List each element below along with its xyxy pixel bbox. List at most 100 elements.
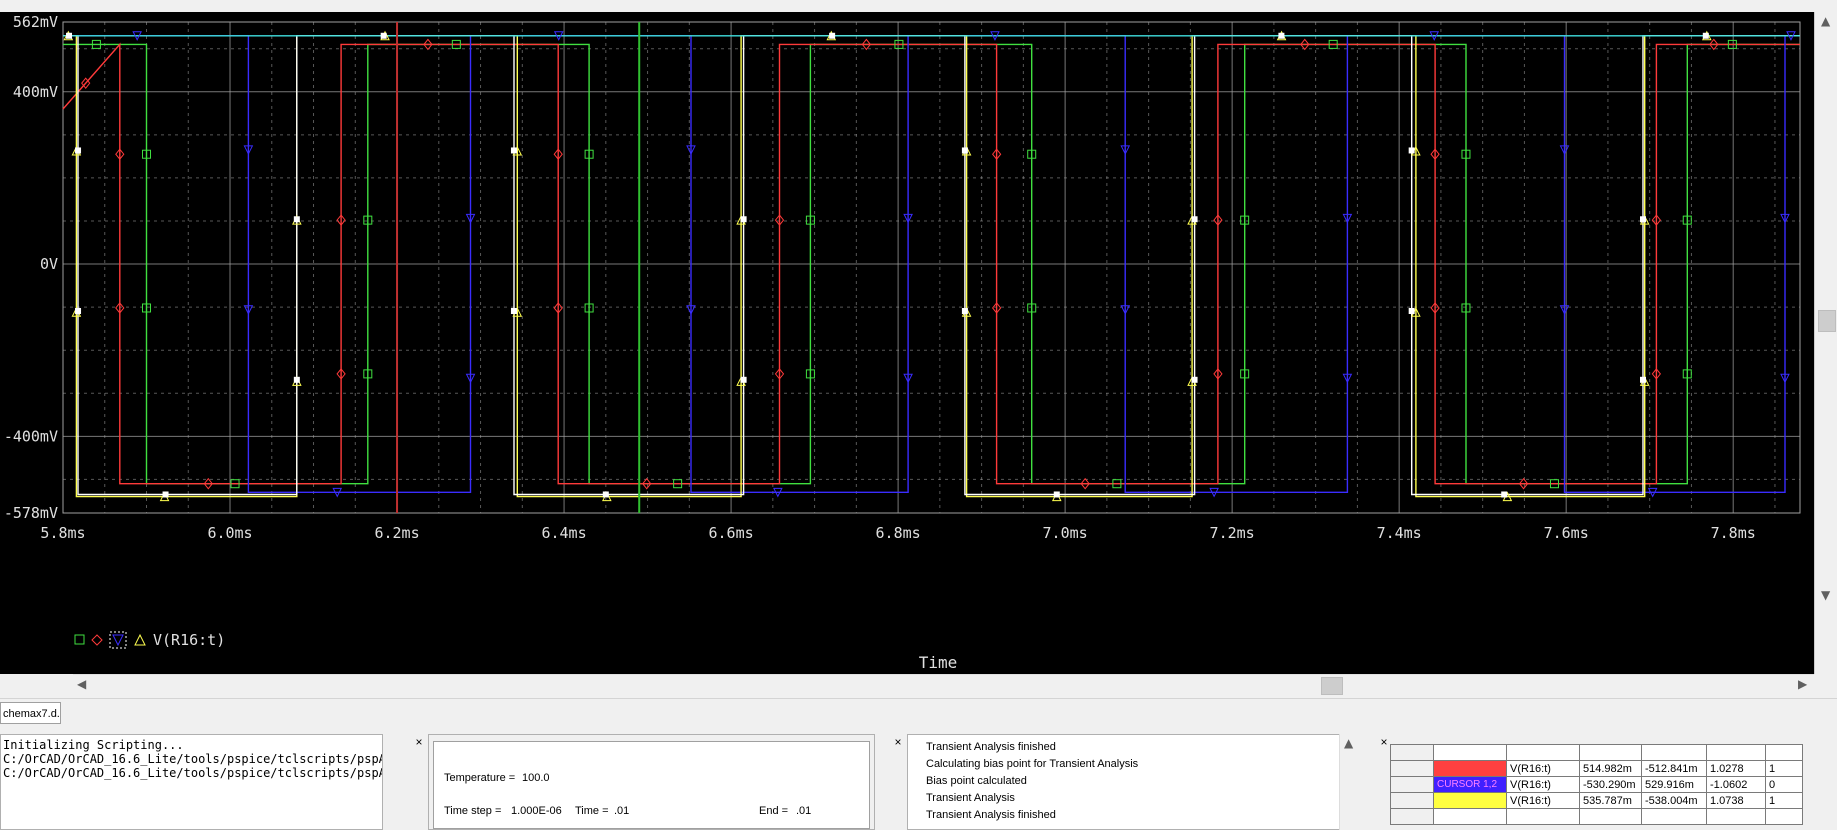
time-label: Time = (575, 805, 609, 817)
x-axis-title: Time (919, 653, 958, 672)
trace-marker (75, 308, 82, 315)
legend: V(R16:t) (74, 631, 225, 649)
cursor1-value: 535.787m (1579, 792, 1642, 809)
scroll-up-icon[interactable]: ▲ (1821, 14, 1830, 28)
axis-labels: 562mV 400mV 0V -400mV -578mV 5.8ms 6.0ms 6.2ms 6… (4, 13, 1756, 542)
trace-marker (293, 376, 300, 383)
output-line: Transient Analysis (926, 792, 1015, 804)
x-tick-label: 7.8ms (1711, 524, 1756, 542)
cursor-diff: -1.0602 (1706, 776, 1766, 793)
simulation-output-pane[interactable]: Transient Analysis finished Calculating … (907, 734, 1358, 830)
timestep-value: 1.000E-06 (511, 805, 562, 817)
cursor2-value: -538.004m (1641, 792, 1707, 809)
x-tick-label: 6.0ms (207, 524, 252, 542)
trace-name: V(R16:t) (1506, 760, 1580, 777)
table-row (1390, 744, 1803, 761)
cursor-diff: 1.0738 (1706, 792, 1766, 809)
x-tick-label: 7.4ms (1377, 524, 1422, 542)
waveform-plot[interactable]: 562mV 400mV 0V -400mV -578mV 5.8ms 6.0ms 6.2ms 6… (0, 12, 1814, 674)
x-tick-label: 7.6ms (1544, 524, 1589, 542)
horizontal-scroll-thumb[interactable] (1321, 677, 1343, 695)
trace-marker (740, 376, 747, 383)
probe-plot-window[interactable]: 562mV 400mV 0V -400mV -578mV 5.8ms 6.0ms 6.2ms 6… (0, 12, 1814, 674)
trace-marker (162, 491, 169, 498)
cursor1-value: 514.982m (1579, 760, 1642, 777)
trace-color-swatch[interactable] (1433, 792, 1507, 809)
console-line: C:/OrCAD/OrCAD_16.6_Lite/tools/pspice/tc… (3, 766, 383, 780)
y-tick-label: 400mV (13, 83, 58, 101)
trace-marker (1640, 216, 1647, 223)
cursor1-value: -530.290m (1579, 776, 1642, 793)
command-console[interactable]: Initializing Scripting... C:/OrCAD/OrCAD… (0, 734, 383, 830)
trace-marker (1640, 376, 1647, 383)
vertical-scroll-thumb[interactable] (1818, 310, 1836, 332)
end-label: End = (759, 805, 789, 817)
trace-name: V(R16:t) (1506, 776, 1580, 793)
trace-marker (510, 147, 517, 154)
output-scrollbar[interactable]: ▲ (1339, 734, 1359, 830)
trace-marker (602, 491, 609, 498)
table-row (1390, 808, 1803, 825)
legend-blue-triangle-icon (112, 634, 124, 647)
cursor2-value: 529.916m (1641, 776, 1707, 793)
legend-yellow-triangle-icon (134, 633, 146, 646)
cursor2-value: -512.841m (1641, 760, 1707, 777)
table-row[interactable]: CURSOR 1,2 V(R16:t) -530.290m 529.916m -… (1390, 776, 1803, 793)
close-status-icon[interactable]: × (890, 734, 906, 750)
x-tick-label: 6.6ms (708, 524, 753, 542)
legend-trace-label[interactable]: V(R16:t) (153, 631, 225, 649)
trace-marker (75, 147, 82, 154)
trace-marker (1053, 491, 1060, 498)
output-line: Calculating bias point for Transient Ana… (926, 758, 1139, 770)
scroll-right-icon[interactable]: ▶ (1798, 677, 1807, 691)
trace-color-swatch[interactable]: CURSOR 1,2 (1433, 776, 1507, 793)
temperature-value: 100.0 (522, 772, 550, 784)
cursor-extra: 1 (1765, 760, 1803, 777)
trace-marker (1408, 147, 1415, 154)
legend-red-diamond-icon (91, 634, 103, 646)
close-console-icon[interactable]: × (411, 734, 427, 750)
horizontal-scrollbar[interactable]: ◀ ▶ (73, 674, 1814, 695)
trace-marker (1191, 376, 1198, 383)
y-tick-label: -400mV (4, 427, 58, 445)
trace-marker (66, 32, 73, 39)
scroll-down-icon[interactable]: ▼ (1821, 588, 1830, 602)
y-tick-label: 562mV (13, 13, 58, 31)
legend-green-square-icon (74, 634, 85, 645)
y-tick-label: 0V (40, 255, 58, 273)
tab-schematic[interactable]: chemax7.d... (0, 702, 61, 724)
trace-marker (293, 216, 300, 223)
temperature-label: Temperature = (444, 772, 516, 784)
trace-layer (62, 35, 1800, 498)
trace-line (63, 35, 1800, 496)
simulation-status-pane: Temperature = 100.0 Time step = 1.000E-0… (428, 734, 875, 830)
cursor-extra: 1 (1765, 792, 1803, 809)
table-row[interactable]: V(R16:t) 514.982m -512.841m 1.0278 1 (1390, 760, 1803, 777)
trace-marker (510, 308, 517, 315)
plot-grid (62, 21, 1801, 514)
cursor-probe-table[interactable]: V(R16:t) 514.982m -512.841m 1.0278 1 CUR… (1390, 744, 1803, 825)
trace-line (63, 35, 1800, 498)
x-tick-label: 6.2ms (374, 524, 419, 542)
trace-marker (1501, 491, 1508, 498)
output-scroll-up-icon[interactable]: ▲ (1344, 736, 1353, 750)
output-line: Transient Analysis finished (926, 741, 1056, 753)
vertical-scrollbar[interactable]: ▲ ▼ (1814, 12, 1837, 674)
x-tick-label: 6.4ms (541, 524, 586, 542)
x-tick-label: 6.8ms (876, 524, 921, 542)
end-value: .01 (796, 805, 812, 817)
trace-marker (961, 308, 968, 315)
trace-marker (829, 32, 836, 39)
x-tick-label: 5.8ms (40, 524, 85, 542)
scroll-left-icon[interactable]: ◀ (77, 677, 86, 691)
table-row[interactable]: V(R16:t) 535.787m -538.004m 1.0738 1 (1390, 792, 1803, 809)
x-tick-label: 7.2ms (1210, 524, 1255, 542)
trace-marker (380, 32, 387, 39)
trace-marker (1278, 32, 1285, 39)
trace-marker (961, 147, 968, 154)
trace-marker (740, 216, 747, 223)
plot-border (62, 21, 1801, 514)
trace-marker (1702, 32, 1709, 39)
marker-layer (63, 30, 1796, 502)
trace-color-swatch[interactable] (1433, 760, 1507, 777)
